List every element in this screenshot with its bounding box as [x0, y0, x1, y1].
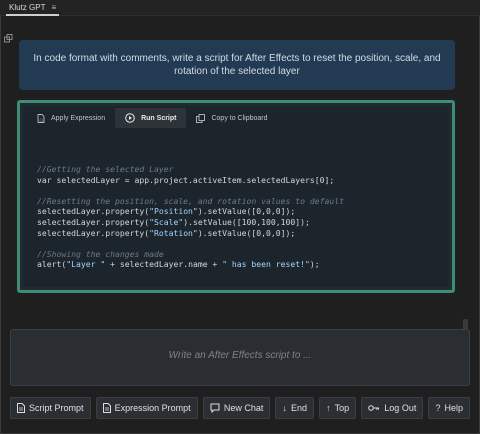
scrollbar[interactable]: [463, 34, 469, 334]
link-icon: [4, 34, 13, 43]
code-line: var selectedLayer = app.project.activeIt…: [37, 174, 335, 185]
code-text: //Getting the selected Layer var selected…: [37, 164, 344, 270]
arrow-down-icon: ↓: [282, 403, 287, 413]
run-script-button[interactable]: Run Script: [115, 108, 187, 128]
code-line: //Showing the changes made: [37, 248, 164, 259]
code-line: //Getting the selected Layer: [37, 164, 174, 174]
document-icon: [102, 403, 111, 413]
log-out-button[interactable]: Log Out: [361, 397, 424, 419]
key-icon: [368, 405, 380, 411]
apply-expression-label: Apply Expression: [51, 114, 106, 122]
apply-expression-button[interactable]: {} Apply Expression: [27, 108, 115, 128]
panel-menu-icon[interactable]: ≡: [51, 3, 56, 12]
end-label: End: [290, 403, 307, 413]
expression-prompt-label: Expression Prompt: [114, 403, 191, 413]
arrow-up-icon: ↑: [326, 403, 331, 413]
code-area: {} Apply Expression Run Script Copy to C…: [23, 106, 449, 287]
panel-tab[interactable]: Klutz GPT ≡: [6, 0, 60, 16]
help-label: Help: [444, 403, 463, 413]
new-chat-button[interactable]: New Chat: [202, 397, 271, 419]
new-chat-label: New Chat: [223, 403, 264, 413]
bottom-button-bar: Script Prompt Expression Prompt New Chat…: [10, 397, 470, 419]
code-line: selectedLayer.property("Scale").setValue…: [37, 216, 310, 227]
copy-clipboard-button[interactable]: Copy to Clipboard: [186, 108, 277, 128]
user-prompt-text: In code format with comments, write a sc…: [33, 53, 441, 77]
question-icon: ?: [435, 403, 441, 413]
log-out-label: Log Out: [384, 403, 417, 413]
script-prompt-button[interactable]: Script Prompt: [10, 397, 91, 419]
script-prompt-label: Script Prompt: [29, 403, 84, 413]
top-button[interactable]: ↑ Top: [319, 397, 357, 419]
code-line: //Resetting the position, scale, and rot…: [37, 195, 344, 206]
panel-tab-label: Klutz GPT: [9, 2, 46, 12]
copy-clipboard-label: Copy to Clipboard: [211, 114, 268, 122]
code-line: selectedLayer.property("Position").setVa…: [37, 206, 296, 217]
code-toolbar: {} Apply Expression Run Script Copy to C…: [27, 108, 278, 128]
panel-tab-bar: Klutz GPT ≡: [0, 0, 480, 16]
user-prompt-message: In code format with comments, write a sc…: [19, 40, 455, 90]
prompt-input[interactable]: [11, 330, 469, 385]
top-label: Top: [334, 403, 350, 413]
prompt-input-box[interactable]: [10, 329, 470, 386]
code-line: alert("Layer " + selectedLayer.name + " …: [37, 259, 320, 270]
help-button[interactable]: ? Help: [428, 397, 470, 419]
new-chat-icon: [210, 403, 220, 413]
code-line: selectedLayer.property("Rotation").setVa…: [37, 227, 296, 238]
expression-file-icon: {}: [37, 113, 45, 123]
play-circle-icon: [125, 113, 135, 123]
document-icon: [17, 403, 25, 413]
end-button[interactable]: ↓ End: [275, 397, 314, 419]
expression-prompt-button[interactable]: Expression Prompt: [95, 397, 198, 419]
run-script-label: Run Script: [141, 114, 177, 122]
response-code-block: {} Apply Expression Run Script Copy to C…: [17, 100, 455, 293]
copy-icon: [196, 113, 206, 123]
svg-text:{}: {}: [39, 118, 43, 122]
